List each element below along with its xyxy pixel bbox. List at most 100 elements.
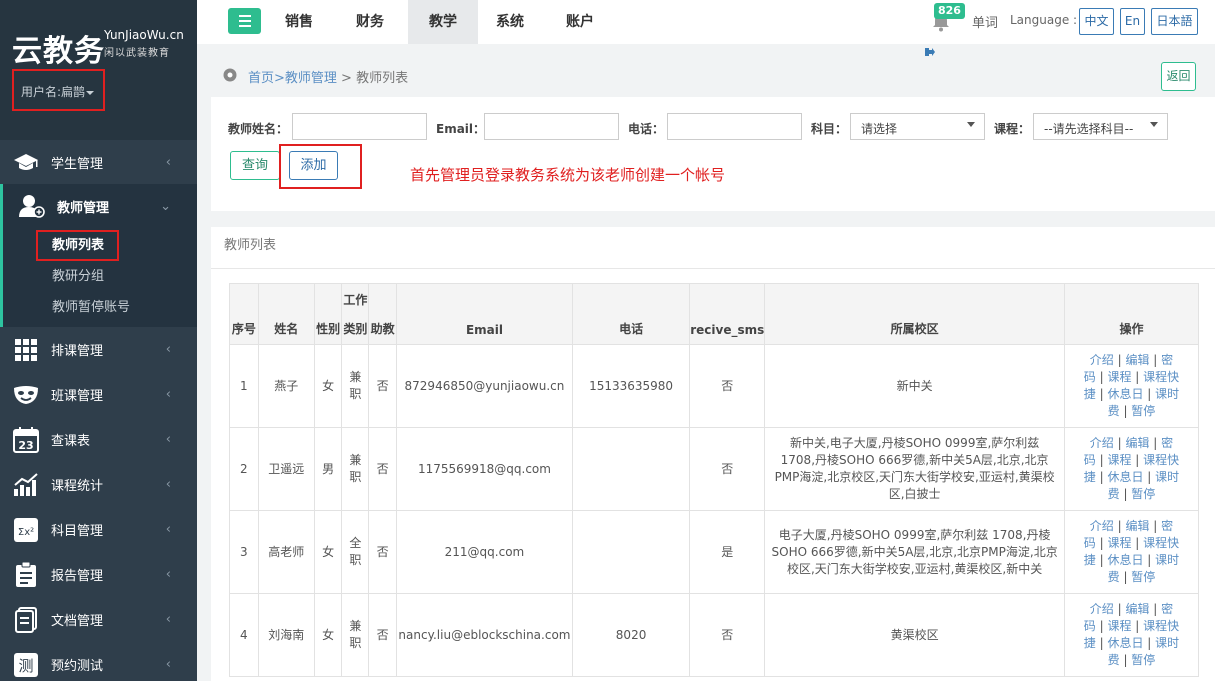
add-teacher-button[interactable]: 添加 <box>289 151 338 180</box>
cell-index: 3 <box>229 510 259 594</box>
course-link[interactable]: 课程 <box>1107 453 1131 467</box>
sidebar-item-label: 排课管理 <box>51 344 104 359</box>
intro-link[interactable]: 介绍 <box>1090 353 1114 367</box>
top-navbar: 销售 财务 教学 系统 账户 826 单词 Language : 中文 En 日… <box>197 0 1215 44</box>
cell-type-line2: 职 <box>349 636 362 650</box>
cell-sms: 是 <box>689 510 766 594</box>
cell-campus: 电子大厦,丹棱SOHO 0999室,萨尔利兹 1708,丹棱SOHO 666罗德… <box>764 510 1065 594</box>
email-label: Email： <box>436 122 486 136</box>
lang-en-button[interactable]: En <box>1120 8 1145 35</box>
intro-link[interactable]: 介绍 <box>1090 602 1114 616</box>
report-icon <box>12 561 40 589</box>
tab-teaching[interactable]: 教学 <box>408 0 478 44</box>
course-link[interactable]: 课程 <box>1107 536 1131 550</box>
cell-assistant: 否 <box>368 510 397 594</box>
logo-area: 云教务 YunJiaoWu.cn 闲以武装教育 用户名:扁鹊 <box>0 0 197 140</box>
pause-link[interactable]: 暂停 <box>1131 653 1155 667</box>
sidebar-item-scheduling[interactable]: 排课管理 ‹ <box>0 327 197 372</box>
teacher-name-input[interactable] <box>292 113 427 140</box>
lang-zh-button[interactable]: 中文 <box>1079 8 1114 35</box>
rest-day-link[interactable]: 休息日 <box>1107 470 1143 484</box>
cell-assistant: 否 <box>368 427 397 511</box>
sidebar-item-label: 预约测试 <box>51 659 104 674</box>
back-button[interactable]: 返回 <box>1161 62 1196 91</box>
sidebar-item-label: 教师管理 <box>57 200 110 216</box>
tab-finance[interactable]: 财务 <box>338 0 402 44</box>
tab-account[interactable]: 账户 <box>548 0 612 44</box>
table-row: 1 燕子女兼职否 872946850@yunjiaowu.cn 15133635980… <box>229 344 1200 428</box>
cell-type-line1: 全 <box>349 536 362 550</box>
svg-text:测: 测 <box>18 657 33 675</box>
filter-panel: 教师姓名： Email： 电话： 科目： 请选择 课程： --请先选择科目-- … <box>211 97 1215 211</box>
highlight-box <box>36 230 119 261</box>
course-select[interactable]: --请先选择科目-- <box>1033 113 1168 140</box>
cell-type-line1: 兼 <box>349 370 362 384</box>
sidebar-item-timetable[interactable]: 23 查课表 ‹ <box>0 417 197 462</box>
sidebar-subitem-suspended-accounts[interactable]: 教师暂停账号 <box>3 292 197 323</box>
chevron-left-icon: ‹ <box>165 387 171 402</box>
course-link[interactable]: 课程 <box>1107 619 1131 633</box>
subject-select[interactable]: 请选择 <box>850 113 985 140</box>
sidebar-item-teachers[interactable]: 教师管理 ⌄ <box>0 184 197 228</box>
breadcrumb-teacher-management[interactable]: >教师管理 <box>274 71 337 86</box>
cell-type: 全职 <box>341 510 370 594</box>
bar-chart-icon <box>12 471 40 499</box>
pause-link[interactable]: 暂停 <box>1131 570 1155 584</box>
cell-index: 4 <box>229 593 259 677</box>
edit-link[interactable]: 编辑 <box>1125 353 1149 367</box>
edit-link[interactable]: 编辑 <box>1125 436 1149 450</box>
caret-down-icon <box>1150 122 1158 127</box>
sidebar: 云教务 YunJiaoWu.cn 闲以武装教育 用户名:扁鹊 学生管理 ‹ 教师… <box>0 0 197 681</box>
cell-email: 872946850@yunjiaowu.cn <box>395 344 573 428</box>
test-icon: 测 <box>12 651 40 679</box>
tab-system[interactable]: 系统 <box>478 0 542 44</box>
sidebar-item-reports[interactable]: 报告管理 ‹ <box>0 552 197 597</box>
sidebar-item-test-booking[interactable]: 测 预约测试 ‹ <box>0 642 197 681</box>
rest-day-link[interactable]: 休息日 <box>1107 553 1143 567</box>
cell-type: 兼职 <box>341 593 370 677</box>
cell-campus: 新中关 <box>764 344 1065 428</box>
breadcrumb: 首页>教师管理 > 教师列表 返回 <box>211 58 1201 94</box>
intro-link[interactable]: 介绍 <box>1090 519 1114 533</box>
user-dropdown[interactable]: 用户名:扁鹊 <box>12 69 105 111</box>
rest-day-link[interactable]: 休息日 <box>1107 636 1143 650</box>
sidebar-subitem-research-groups[interactable]: 教研分组 <box>3 261 197 292</box>
email-input[interactable] <box>484 113 619 140</box>
course-select-value: --请先选择科目-- <box>1044 122 1134 136</box>
sidebar-item-students[interactable]: 学生管理 ‹ <box>0 140 197 184</box>
logout-icon[interactable] <box>925 47 935 57</box>
teacher-submenu: 教师列表 教研分组 教师暂停账号 <box>0 228 197 327</box>
phone-input[interactable] <box>667 113 802 140</box>
sidebar-item-documents[interactable]: 文档管理 ‹ <box>0 597 197 642</box>
sidebar-item-subjects[interactable]: Σx² 科目管理 ‹ <box>0 507 197 552</box>
lang-ja-button[interactable]: 日本語 <box>1151 8 1198 35</box>
course-link[interactable]: 课程 <box>1107 370 1131 384</box>
query-button[interactable]: 查询 <box>230 151 280 180</box>
notification-count-badge: 826 <box>934 3 965 19</box>
chevron-left-icon: ‹ <box>165 432 171 447</box>
cell-phone <box>571 427 691 511</box>
cell-assistant: 否 <box>368 593 397 677</box>
sidebar-item-label: 学生管理 <box>51 156 104 172</box>
intro-link[interactable]: 介绍 <box>1090 436 1114 450</box>
tab-sales[interactable]: 销售 <box>267 0 331 44</box>
edit-link[interactable]: 编辑 <box>1125 519 1149 533</box>
sidebar-item-course-stats[interactable]: 课程统计 ‹ <box>0 462 197 507</box>
caret-down-icon <box>967 122 975 127</box>
pause-link[interactable]: 暂停 <box>1131 404 1155 418</box>
cell-phone: 8020 <box>571 593 691 677</box>
pause-link[interactable]: 暂停 <box>1131 487 1155 501</box>
breadcrumb-home[interactable]: 首页 <box>248 71 274 86</box>
rest-day-link[interactable]: 休息日 <box>1107 387 1143 401</box>
svg-text:Σx²: Σx² <box>18 527 34 538</box>
teacher-table: 序号 姓名 性别 工作 类别 助教 Email 电话 recive_sms 所属… <box>229 283 1200 677</box>
sidebar-item-classes[interactable]: 班课管理 ‹ <box>0 372 197 417</box>
word-link[interactable]: 单词 <box>972 12 998 31</box>
cell-name: 卫遥远 <box>257 427 315 511</box>
cell-campus: 黄渠校区 <box>764 593 1065 677</box>
table-row: 2 卫遥远男兼职否 1175569918@qq.com 否新中关,电子大厦,丹棱SOH… <box>229 427 1200 511</box>
col-assistant: 助教 <box>368 283 397 345</box>
sidebar-subitem-teacher-list[interactable]: 教师列表 <box>3 230 197 261</box>
menu-toggle-button[interactable] <box>228 8 261 34</box>
edit-link[interactable]: 编辑 <box>1125 602 1149 616</box>
